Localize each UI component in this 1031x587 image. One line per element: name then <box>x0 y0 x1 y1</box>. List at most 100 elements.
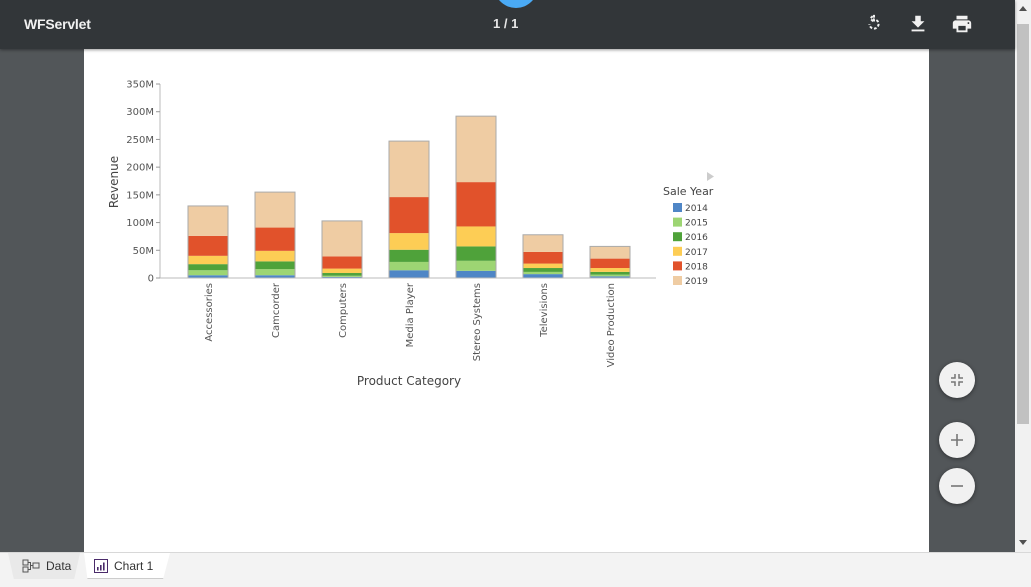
sheet-tabs-bar: Data Chart 1 <box>0 552 1031 587</box>
x-axis: Accessories Camcorder Computers Media Playe… <box>160 277 656 367</box>
legend-swatch <box>673 232 682 242</box>
bar-segment <box>456 246 496 261</box>
bar-segment <box>456 226 496 247</box>
bar-segment <box>322 275 362 277</box>
bar-segment <box>322 256 362 269</box>
zoom-out-icon <box>951 485 963 487</box>
bar-segment <box>389 270 429 278</box>
zoom-out-button[interactable] <box>939 468 975 504</box>
legend-swatch <box>673 246 682 256</box>
bar-segment <box>590 271 630 275</box>
y-tick-label: 150M <box>126 190 154 201</box>
stacked-bar-chart: 0 50M 100M 150M 200M 250M 300M 350M Accessories… <box>107 80 714 388</box>
bar-segment <box>255 261 295 270</box>
toolbar: WFServlet 1 / 1 <box>0 0 1015 49</box>
rotate-icon[interactable] <box>863 12 885 35</box>
y-tick-label: 300M <box>126 107 154 118</box>
bar-segment <box>322 220 362 257</box>
bar-segment <box>255 269 295 276</box>
legend-swatch <box>673 217 682 227</box>
download-icon[interactable] <box>907 13 929 35</box>
bar-segment <box>255 192 295 228</box>
bar-segment <box>590 268 630 272</box>
bar-segment <box>389 249 429 262</box>
x-tick-label: Media Player <box>405 282 416 347</box>
bar-segment <box>255 227 295 251</box>
page: 0 50M 100M 150M 200M 250M 300M 350M Accessories… <box>84 49 929 552</box>
fit-page-button[interactable] <box>939 362 975 398</box>
tab-data-label: Data <box>46 559 72 573</box>
bar-segment <box>523 234 563 252</box>
legend-label: 2019 <box>685 277 708 287</box>
legend-title: Sale Year <box>663 185 714 198</box>
y-tick-label: 0 <box>148 274 154 285</box>
bar-segment <box>389 233 429 250</box>
print-icon[interactable] <box>951 13 973 35</box>
bar-segment <box>590 274 630 277</box>
legend-label: 2017 <box>685 248 708 258</box>
bar-segment <box>523 268 563 272</box>
legend-swatch <box>673 203 682 212</box>
x-tick-label: Televisions <box>539 283 550 338</box>
app-title: WFServlet <box>24 16 91 32</box>
x-tick-label: Stereo Systems <box>472 283 483 361</box>
tab-chart-1[interactable]: Chart 1 <box>84 553 170 579</box>
legend-label: 2015 <box>685 219 708 229</box>
document-viewer: 0 50M 100M 150M 200M 250M 300M 350M Accessories… <box>0 49 1015 552</box>
legend-scroll-arrow <box>707 172 714 181</box>
zoom-in-icon <box>951 434 963 446</box>
legend-swatch <box>673 261 682 271</box>
tab-data[interactable]: Data <box>8 553 80 579</box>
x-tick-label: Computers <box>338 283 349 338</box>
x-axis-label: Product Category <box>357 374 461 388</box>
bar-segment <box>255 250 295 262</box>
bars <box>187 115 631 279</box>
legend: Sale Year 2014 2015 2016 2017 2018 2019 <box>663 172 714 287</box>
bar-segment <box>590 246 630 259</box>
y-tick-label: 50M <box>133 246 154 257</box>
bar-chart-icon <box>94 558 108 573</box>
bar-segment <box>456 260 496 271</box>
bar-segment <box>389 141 429 198</box>
zoom-in-button[interactable] <box>939 422 975 458</box>
scroll-up-arrow[interactable] <box>1019 6 1027 11</box>
scroll-thumb[interactable] <box>1017 24 1029 424</box>
legend-label: 2014 <box>685 204 708 214</box>
x-tick-label: Accessories <box>204 283 215 342</box>
data-flow-icon <box>22 559 40 573</box>
legend-label: 2018 <box>685 262 708 272</box>
tab-chart-label: Chart 1 <box>114 558 154 573</box>
bar-segment <box>322 268 362 274</box>
legend-swatch <box>673 276 682 285</box>
y-axis-label: Revenue <box>107 156 121 208</box>
bar-segment <box>523 251 563 264</box>
bar-segment <box>456 182 496 227</box>
fit-page-icon <box>951 374 963 386</box>
bar-segment <box>456 116 496 183</box>
bar-segment <box>389 261 429 271</box>
bar-segment <box>188 205 228 236</box>
bar-segment <box>188 270 228 276</box>
y-tick-label: 250M <box>126 135 154 146</box>
bar-segment <box>322 273 362 276</box>
y-axis: 0 50M 100M 150M 200M 250M 300M 350M <box>126 80 161 285</box>
scroll-down-arrow[interactable] <box>1019 540 1027 545</box>
bar-segment <box>389 197 429 234</box>
y-tick-label: 100M <box>126 218 154 229</box>
page-indicator: 1 / 1 <box>493 16 519 31</box>
x-tick-label: Video Production <box>606 283 617 367</box>
bar-segment <box>523 274 563 278</box>
y-tick-label: 350M <box>126 80 154 91</box>
bar-segment <box>590 258 630 269</box>
bar-segment <box>523 263 563 269</box>
y-tick-label: 200M <box>126 163 154 174</box>
bar-segment <box>188 235 228 256</box>
legend-label: 2016 <box>685 233 708 243</box>
bar-segment <box>456 270 496 278</box>
bar-segment <box>523 271 563 275</box>
bar-segment <box>188 264 228 271</box>
status-indicator <box>494 0 538 8</box>
vertical-scrollbar[interactable] <box>1015 0 1031 552</box>
bar-segment <box>188 255 228 265</box>
x-tick-label: Camcorder <box>271 282 282 338</box>
